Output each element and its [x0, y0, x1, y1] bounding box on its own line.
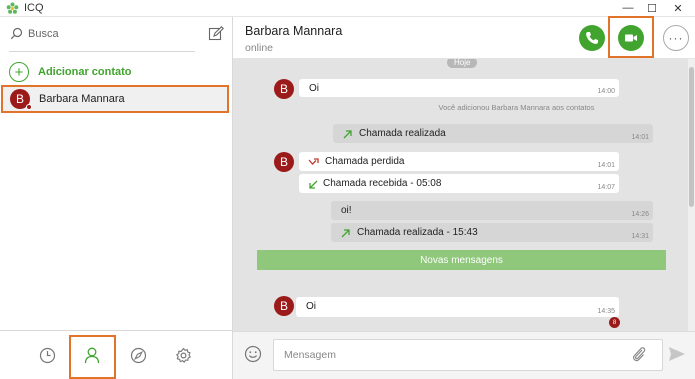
message-text: Chamada realizada - 15:43 [357, 227, 478, 238]
video-camera-icon [625, 34, 637, 42]
message-text: Oi [309, 83, 319, 94]
phone-icon [586, 32, 598, 44]
discover-tab[interactable] [126, 343, 150, 367]
message-bubble[interactable]: Oi 14:35 [296, 297, 619, 317]
call-event-bubble[interactable]: Chamada realizada 14:01 [333, 124, 653, 143]
message-text: Chamada realizada [359, 128, 446, 139]
unread-badge: 8 [609, 317, 620, 328]
compass-icon [130, 347, 146, 363]
close-button[interactable]: ✕ [667, 0, 689, 16]
message-bubble[interactable]: Oi 14:00 [299, 79, 619, 97]
message-time: 14:01 [631, 134, 649, 141]
message-time: 14:00 [597, 88, 615, 95]
message-avatar[interactable]: B [274, 296, 294, 316]
gear-icon [175, 347, 191, 363]
avatar-initial: B [15, 92, 24, 106]
message-composer [233, 331, 695, 379]
message-avatar[interactable]: B [274, 79, 294, 99]
video-call-button[interactable] [618, 25, 644, 51]
avatar-initial: B [279, 82, 288, 96]
new-messages-divider: Novas mensagens [257, 250, 666, 270]
message-text: oi! [341, 205, 352, 216]
avatar-initial: B [279, 155, 288, 169]
message-list: Hoje B Oi 14:00 Você adicionou Barbara M… [233, 59, 688, 331]
minimize-button[interactable]: — [617, 0, 639, 16]
incoming-call-arrow-icon [309, 180, 318, 189]
paperclip-icon[interactable] [631, 345, 647, 363]
send-icon[interactable] [668, 346, 686, 362]
date-divider: Hoje [447, 59, 478, 68]
call-event-bubble[interactable]: Chamada recebida - 05:08 14:07 [299, 174, 619, 193]
new-chat-icon[interactable] [208, 26, 224, 42]
add-contact-label: Adicionar contato [38, 66, 132, 78]
contact-name: Barbara Mannara [39, 93, 125, 105]
message-text: Chamada perdida [325, 156, 405, 167]
search-input[interactable] [28, 25, 188, 43]
chat-status: online [245, 42, 274, 54]
avatar: B [10, 89, 32, 110]
presence-dot [26, 104, 32, 110]
message-input[interactable] [273, 339, 663, 371]
add-contact-button[interactable]: + Adicionar contato [9, 61, 209, 83]
missed-call-icon [308, 158, 319, 165]
plus-icon: + [9, 62, 29, 82]
message-time: 14:31 [631, 233, 649, 240]
message-avatar[interactable]: B [274, 152, 294, 172]
settings-tab[interactable] [171, 343, 195, 367]
contact-item-barbara[interactable]: B Barbara Mannara [1, 85, 229, 113]
recent-chats-tab[interactable] [35, 343, 59, 367]
message-time: 14:01 [597, 162, 615, 169]
call-event-bubble[interactable]: Chamada realizada - 15:43 14:31 [331, 223, 653, 242]
chat-header: Barbara Mannara online ··· [233, 16, 695, 59]
icq-flower-logo [6, 2, 19, 14]
outgoing-call-arrow-icon [341, 229, 350, 238]
search-icon [10, 27, 23, 40]
message-time: 14:35 [597, 308, 615, 315]
message-time: 14:26 [631, 211, 649, 218]
more-options-button[interactable]: ··· [663, 25, 689, 51]
call-event-bubble[interactable]: Chamada perdida 14:01 [299, 152, 619, 171]
voice-call-button[interactable] [579, 25, 605, 51]
chat-scrollbar[interactable] [688, 59, 695, 331]
bottom-nav [0, 330, 232, 379]
clock-icon [39, 347, 55, 363]
system-note: Você adicionou Barbara Mannara aos conta… [438, 103, 595, 112]
message-text: Chamada recebida - 05:08 [323, 178, 442, 189]
outgoing-call-arrow-icon [343, 130, 352, 139]
message-bubble[interactable]: oi! 14:26 [331, 201, 653, 220]
title-bar: ICQ — ☐ ✕ [0, 0, 695, 17]
person-icon [84, 347, 100, 364]
maximize-button[interactable]: ☐ [641, 0, 663, 16]
emoji-icon[interactable] [244, 345, 262, 363]
chat-contact-name[interactable]: Barbara Mannara [245, 24, 342, 38]
avatar-initial: B [279, 299, 288, 313]
app-title: ICQ [24, 2, 44, 14]
scrollbar-thumb[interactable] [689, 67, 694, 207]
contacts-tab[interactable] [80, 343, 104, 367]
search-underline [9, 51, 195, 52]
message-text: Oi [306, 301, 316, 312]
contacts-sidebar: + Adicionar contato B Barbara Mannara [0, 17, 233, 379]
message-time: 14:07 [597, 184, 615, 191]
